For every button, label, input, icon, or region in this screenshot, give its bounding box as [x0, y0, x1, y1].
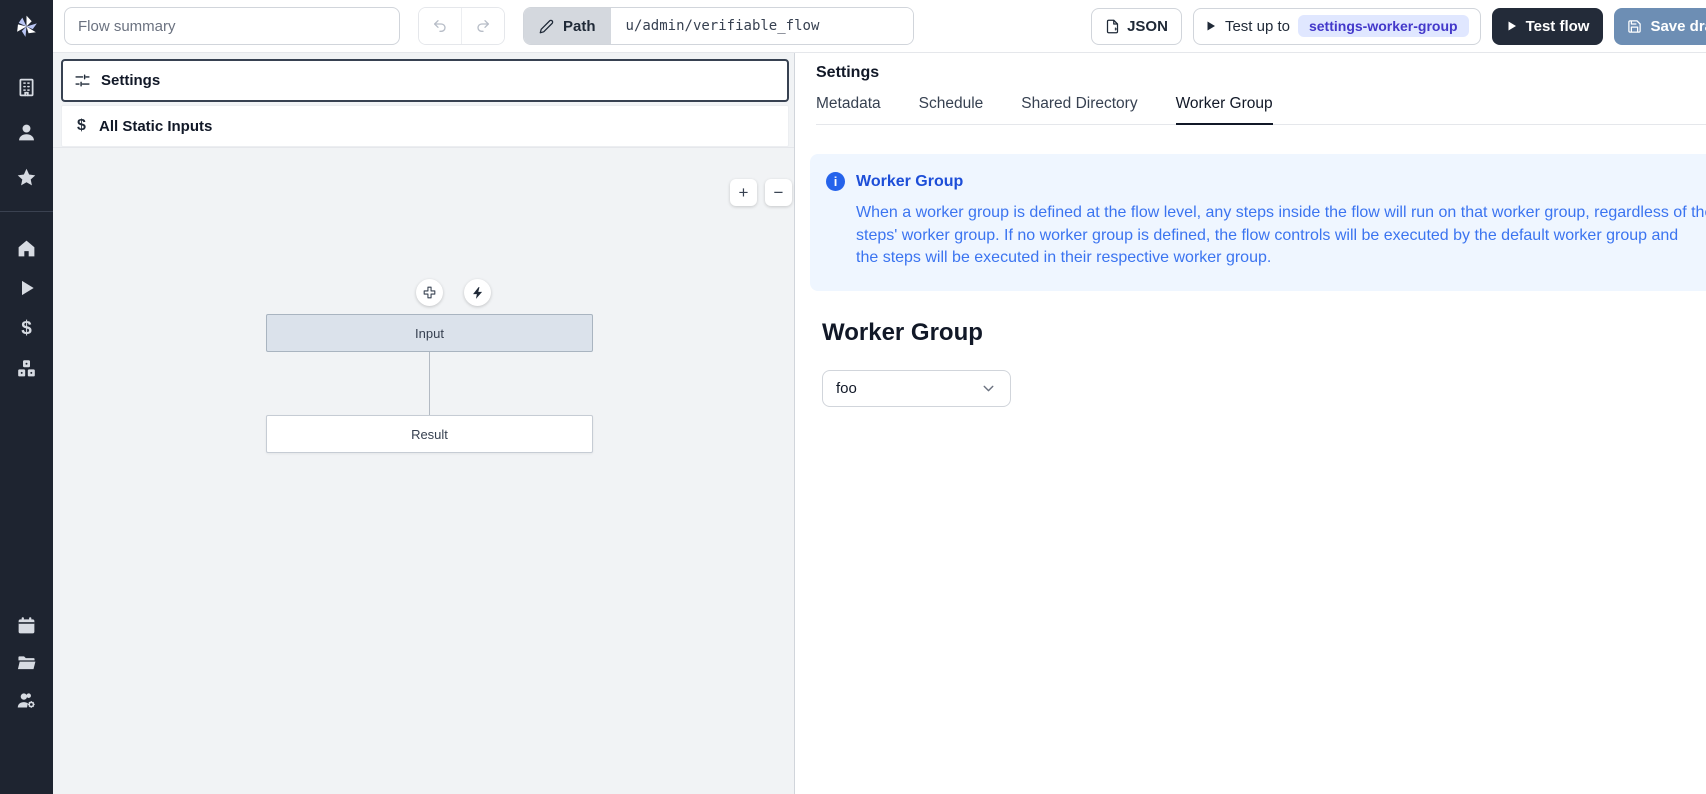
- zoom-in-button[interactable]: +: [730, 179, 757, 206]
- flow-settings-label: Settings: [101, 72, 160, 89]
- save-draft-button[interactable]: Save draft: [1614, 8, 1706, 45]
- info-line: steps' worker group. If no worker group …: [856, 225, 1706, 248]
- worker-group-info-box: i Worker Group When a worker group is de…: [810, 154, 1706, 291]
- path-group: Path u/admin/verifiable_flow: [523, 7, 914, 45]
- all-static-inputs-label: All Static Inputs: [99, 118, 212, 135]
- input-node[interactable]: Input: [266, 314, 593, 352]
- settings-panel: Settings Metadata Schedule Shared Direct…: [796, 53, 1706, 794]
- result-node[interactable]: Result: [266, 415, 593, 453]
- tab-schedule[interactable]: Schedule: [919, 95, 984, 124]
- flow-graph-canvas[interactable]: + − Input Result: [53, 148, 794, 793]
- home-icon[interactable]: [0, 238, 53, 259]
- info-line: When a worker group is defined at the fl…: [856, 202, 1706, 225]
- flow-panel-header: Settings $ All Static Inputs: [53, 53, 794, 148]
- windmill-logo-icon[interactable]: [0, 13, 53, 40]
- play-white-icon: [1506, 20, 1518, 32]
- lightning-bolt-icon: [471, 286, 485, 300]
- info-icon: i: [826, 172, 845, 191]
- json-button[interactable]: JSON: [1091, 8, 1182, 45]
- topbar: Path u/admin/verifiable_flow JSON Test u…: [53, 0, 1706, 53]
- building-icon[interactable]: [0, 77, 53, 98]
- redo-button[interactable]: [461, 8, 504, 44]
- tab-shared-directory[interactable]: Shared Directory: [1021, 95, 1137, 124]
- play-icon[interactable]: [0, 278, 53, 298]
- flow-settings-item[interactable]: Settings: [61, 59, 789, 102]
- all-static-inputs-item[interactable]: $ All Static Inputs: [61, 105, 789, 147]
- undo-icon: [432, 18, 448, 34]
- info-box-body: When a worker group is defined at the fl…: [856, 202, 1706, 270]
- save-draft-label: Save draft: [1650, 18, 1706, 35]
- add-step-button[interactable]: [416, 279, 443, 306]
- graph-edge: [429, 352, 430, 415]
- chevron-down-icon: [980, 380, 997, 397]
- save-icon: [1627, 19, 1642, 34]
- settings-tabs: Metadata Schedule Shared Directory Worke…: [816, 95, 1706, 125]
- info-box-header: i Worker Group: [826, 172, 1706, 191]
- user-icon[interactable]: [0, 122, 53, 143]
- flow-summary-input[interactable]: [64, 7, 400, 45]
- worker-group-select[interactable]: foo: [822, 370, 1011, 407]
- path-value[interactable]: u/admin/verifiable_flow: [611, 8, 913, 44]
- info-box-title: Worker Group: [856, 173, 963, 191]
- worker-group-select-value: foo: [836, 380, 857, 397]
- calendar-icon[interactable]: [0, 615, 53, 636]
- undo-button[interactable]: [419, 8, 461, 44]
- redo-icon: [475, 18, 491, 34]
- trigger-bolt-button[interactable]: [464, 279, 491, 306]
- test-up-to-button[interactable]: Test up to settings-worker-group: [1193, 8, 1481, 45]
- dollar-sign-icon: $: [74, 117, 89, 135]
- test-flow-label: Test flow: [1526, 18, 1590, 35]
- dollar-icon[interactable]: $: [0, 318, 53, 339]
- zoom-out-button[interactable]: −: [765, 179, 792, 206]
- worker-group-section-title: Worker Group: [822, 319, 1706, 347]
- test-up-to-label: Test up to: [1225, 18, 1290, 35]
- edit-path-button[interactable]: Path: [524, 8, 611, 44]
- play-small-icon: [1205, 20, 1217, 32]
- file-json-icon: [1105, 19, 1120, 34]
- tab-worker-group[interactable]: Worker Group: [1176, 95, 1273, 125]
- topbar-actions: JSON Test up to settings-worker-group Te…: [1091, 8, 1706, 45]
- plus-cross-icon: [422, 285, 437, 300]
- info-line: the steps will be executed in their resp…: [856, 247, 1706, 270]
- tab-metadata[interactable]: Metadata: [816, 95, 881, 124]
- sliders-icon: [74, 72, 91, 89]
- users-gear-icon[interactable]: [0, 690, 53, 711]
- undo-redo-group: [418, 7, 505, 45]
- boxes-icon[interactable]: [0, 358, 53, 379]
- test-flow-button[interactable]: Test flow: [1492, 8, 1604, 45]
- json-button-label: JSON: [1127, 18, 1168, 35]
- folder-open-icon[interactable]: [0, 652, 53, 673]
- test-up-to-step-badge[interactable]: settings-worker-group: [1298, 15, 1469, 37]
- settings-panel-title: Settings: [816, 64, 1706, 82]
- flow-editor-panel: Settings $ All Static Inputs + − Input R…: [53, 53, 795, 794]
- sidebar-divider: [0, 211, 53, 212]
- pencil-icon: [539, 19, 554, 34]
- sidebar-nav: $: [0, 0, 53, 794]
- star-icon[interactable]: [0, 167, 53, 188]
- path-label: Path: [563, 18, 596, 35]
